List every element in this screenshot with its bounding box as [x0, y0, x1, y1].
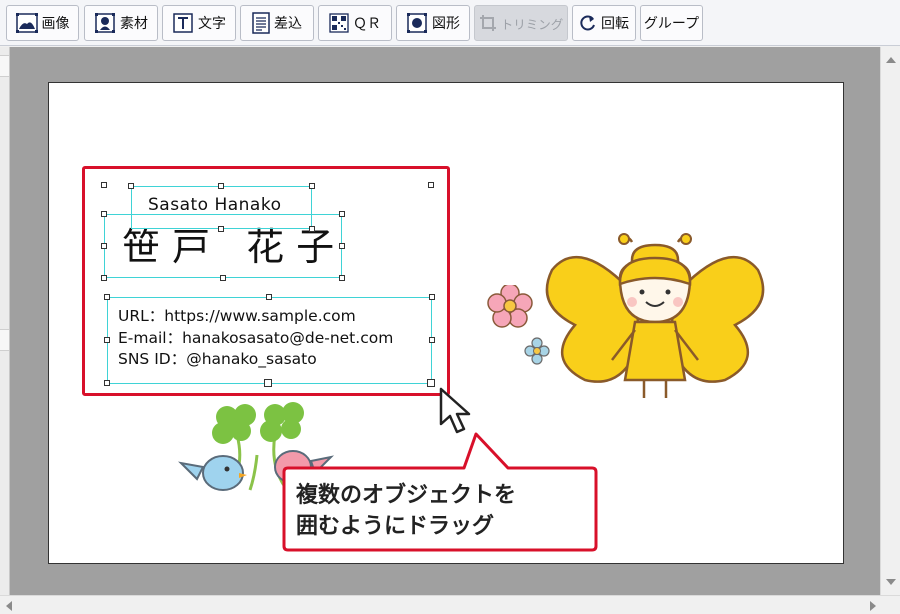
image-icon	[15, 13, 38, 33]
ruler-marker	[0, 329, 9, 351]
ruler-marker	[0, 55, 9, 77]
rotate-icon	[580, 15, 595, 31]
material-icon	[95, 13, 115, 33]
group-button[interactable]: グループ	[640, 5, 703, 41]
drag-selection-highlight	[82, 166, 450, 396]
horizontal-scrollbar[interactable]	[0, 595, 900, 614]
material-button-label: 素材	[120, 16, 148, 32]
qr-icon	[329, 13, 349, 33]
qr-button-label: ＱＲ	[353, 16, 381, 32]
vertical-scrollbar[interactable]	[880, 47, 900, 595]
text-icon	[173, 13, 193, 33]
merge-button[interactable]: 差込	[240, 5, 314, 41]
text-button[interactable]: 文字	[162, 5, 236, 41]
material-button[interactable]: 素材	[84, 5, 158, 41]
callout-line-2: 囲むようにドラッグ	[296, 514, 495, 539]
image-button-label: 画像	[41, 16, 70, 32]
butterfly-girl-illustration[interactable]	[540, 230, 770, 405]
merge-button-label: 差込	[274, 16, 302, 32]
rotate-button[interactable]: 回転	[572, 5, 636, 41]
merge-icon	[252, 12, 270, 34]
left-ruler	[0, 47, 10, 595]
qr-button[interactable]: ＱＲ	[318, 5, 392, 41]
group-button-label: グループ	[643, 16, 700, 32]
trim-button[interactable]: トリミング	[474, 5, 568, 41]
shape-icon	[407, 13, 427, 33]
scroll-left-icon[interactable]	[6, 601, 12, 611]
mouse-cursor-icon	[439, 387, 471, 434]
shape-button[interactable]: 図形	[396, 5, 470, 41]
rotate-button-label: 回転	[601, 16, 629, 32]
text-button-label: 文字	[198, 16, 226, 32]
trim-button-label: トリミング	[500, 16, 564, 32]
image-button[interactable]: 画像	[6, 5, 79, 41]
scroll-up-icon[interactable]	[886, 57, 896, 63]
shape-button-label: 図形	[432, 16, 460, 32]
scroll-right-icon[interactable]	[870, 601, 876, 611]
toolbar: 画像 素材 文字 差込 ＱＲ 図形 トリミング 回転 グループ	[0, 0, 900, 46]
callout-line-1: 複数のオブジェクトを	[296, 483, 517, 508]
scroll-down-icon[interactable]	[886, 579, 896, 585]
crop-icon	[479, 15, 496, 31]
callout-text: 複数のオブジェクトを 囲むようにドラッグ	[296, 480, 516, 542]
